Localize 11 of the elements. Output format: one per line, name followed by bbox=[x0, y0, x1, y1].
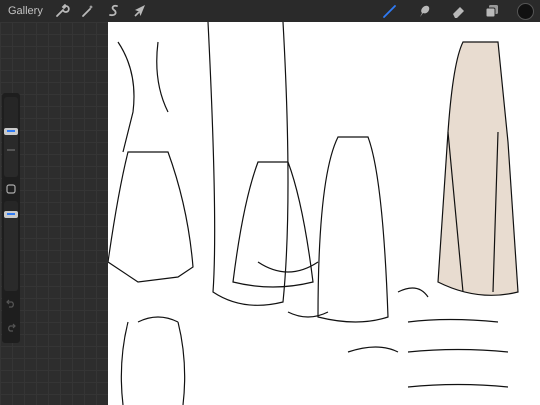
gallery-button[interactable]: Gallery bbox=[8, 5, 43, 17]
cursor-arrow-icon[interactable] bbox=[132, 3, 148, 19]
slider-thumb[interactable] bbox=[4, 210, 18, 218]
slider-thumb[interactable] bbox=[4, 128, 18, 135]
square-icon[interactable] bbox=[6, 184, 16, 194]
dash-icon bbox=[7, 149, 15, 151]
layers-icon[interactable] bbox=[484, 3, 500, 19]
color-swatch[interactable] bbox=[517, 2, 534, 20]
brush-tool-icon[interactable] bbox=[382, 3, 398, 19]
brush-size-slider[interactable] bbox=[4, 97, 18, 177]
wrench-icon[interactable] bbox=[54, 3, 70, 19]
